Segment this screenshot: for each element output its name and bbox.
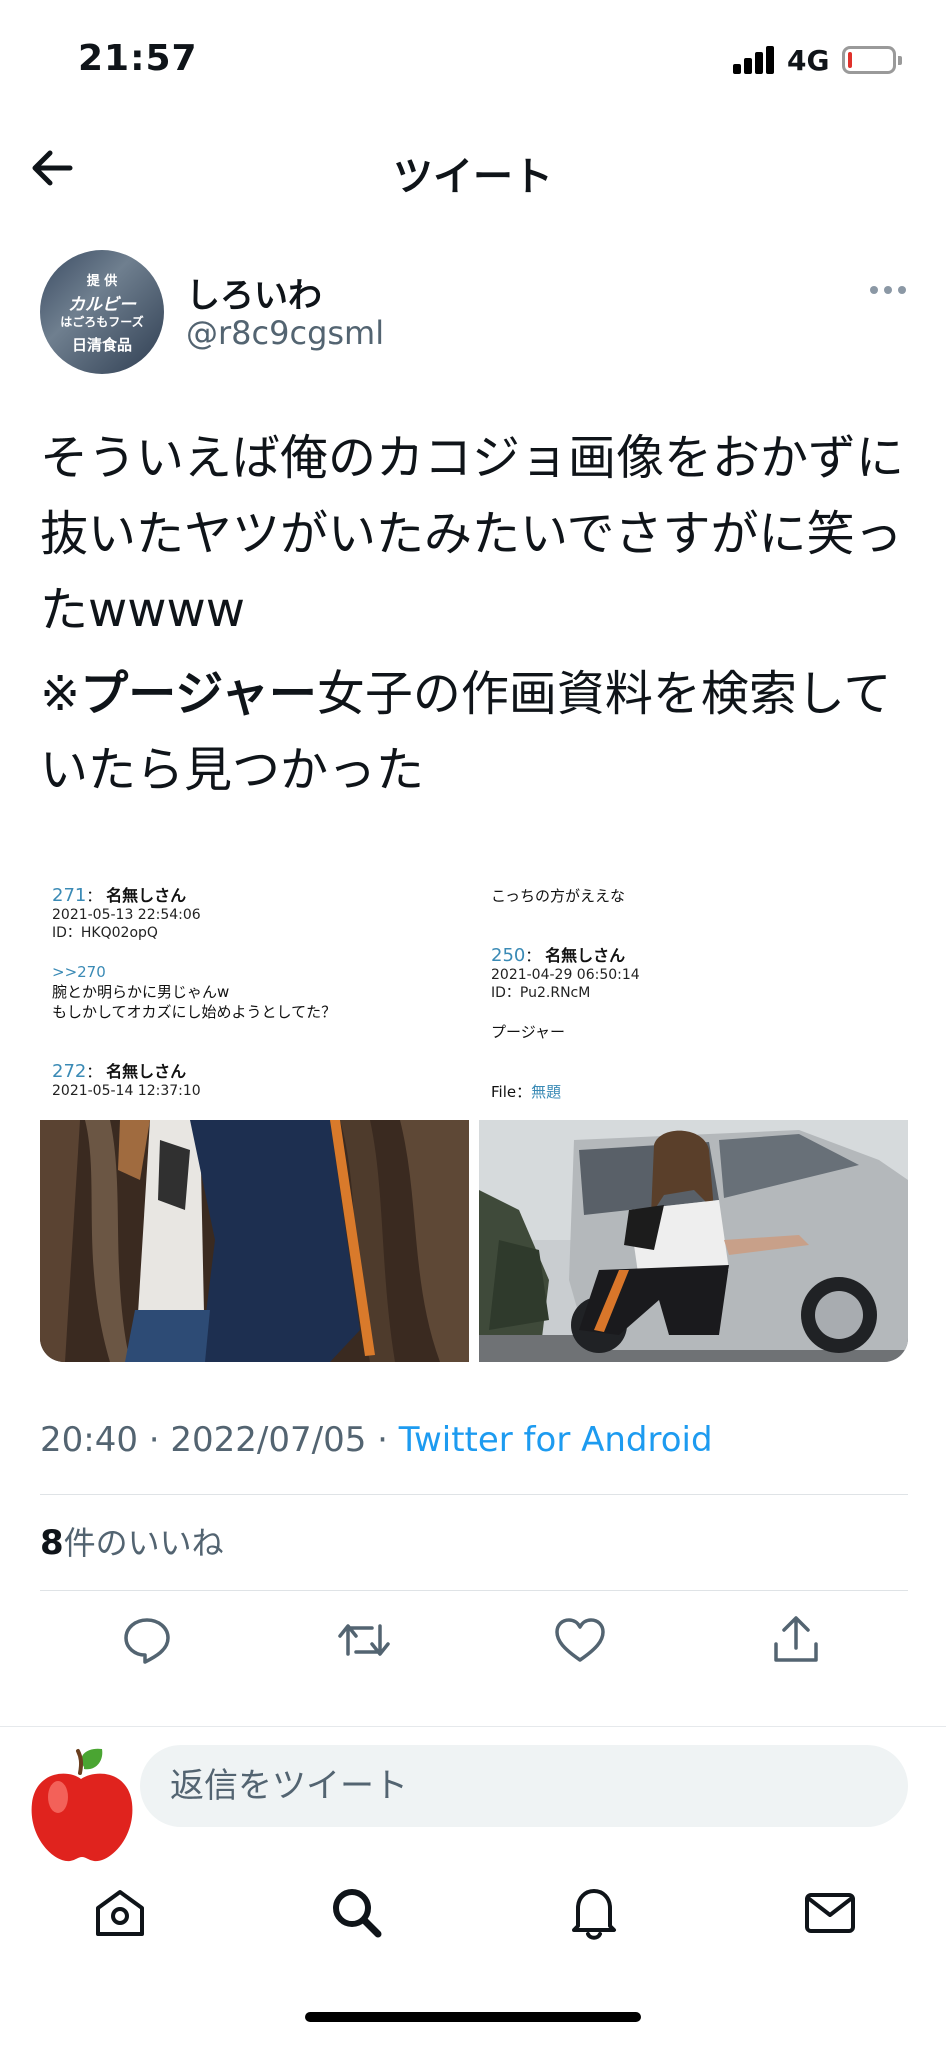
page-title: ツイート [393, 154, 553, 200]
reply-input[interactable]: 返信をツイート [140, 1745, 908, 1827]
post-number: 272 [52, 1061, 87, 1082]
messages-icon[interactable] [800, 1882, 860, 1942]
avatar-text-1: 提 供 [86, 274, 118, 289]
home-icon[interactable] [90, 1882, 150, 1942]
battery-icon [842, 46, 902, 74]
tweet-source-link[interactable]: Twitter for Android [399, 1420, 713, 1460]
tweet-text-line-2: ※プージャー女子の作画資料を検索していたら見つかった [40, 656, 910, 808]
post-date: 2021-04-29 06:50:14 [491, 967, 640, 983]
like-icon[interactable] [550, 1610, 610, 1670]
retweet-icon[interactable] [334, 1610, 394, 1670]
file-label: File： [491, 1083, 532, 1101]
search-icon[interactable] [326, 1882, 386, 1942]
post-id: ID：Pu2.RNcM [491, 985, 591, 1001]
tweet-date: 20:40 · 2022/07/05 · [40, 1420, 399, 1460]
post-date: 2021-05-13 22:54:06 [52, 907, 201, 923]
tweet-actions [0, 1610, 946, 1680]
share-icon[interactable] [766, 1610, 826, 1670]
nav-header: ツイート [0, 120, 946, 216]
poster-name: 名無しさん [545, 946, 626, 965]
signal-icon [733, 46, 775, 74]
post-body-line: こっちの方がええな [491, 887, 625, 905]
more-options-icon[interactable] [870, 280, 910, 300]
media-image-left[interactable]: 271： 名無しさん 2021-05-13 22:54:06 ID：HKQ02o… [40, 868, 469, 1362]
status-bar: 21:57 4G [0, 0, 946, 120]
tweet-author: 提 供 カルビー はごろもフーズ 日清食品 しろいわ @r8c9cgsml [40, 250, 910, 380]
file-link: 無題 [531, 1083, 562, 1101]
post-anchor: >>270 [52, 963, 106, 981]
user-avatar-apple[interactable] [24, 1745, 140, 1867]
poster-name: 名無しさん [106, 1062, 187, 1081]
post-body-line: プージャー [491, 1023, 565, 1041]
likes-count-row[interactable]: 8件のいいね [40, 1518, 224, 1564]
likes-count: 8 [40, 1523, 64, 1563]
tweet-text: そういえば俺のカコジョ画像をおかずに抜いたヤツがいたみたいでさすがに笑ったwww… [40, 420, 910, 808]
avatar-text-4: 日清食品 [71, 336, 132, 354]
tweet-text-prefix: ※ [40, 666, 81, 722]
post-number: 271 [52, 885, 87, 906]
tweet-text-line-1: そういえば俺のカコジョ画像をおかずに抜いたヤツがいたみたいでさすがに笑ったwww… [40, 430, 905, 638]
photo-right [479, 1120, 908, 1362]
bbs-screenshot-left: 271： 名無しさん 2021-05-13 22:54:06 ID：HKQ02o… [40, 868, 469, 1120]
home-indicator[interactable] [305, 2012, 641, 2022]
photo-left [40, 1120, 469, 1362]
avatar-text-3: はごろもフーズ [60, 315, 144, 329]
display-name[interactable]: しろいわ [186, 268, 322, 317]
divider [40, 1494, 908, 1495]
reply-icon[interactable] [117, 1610, 177, 1670]
tweet-media: 271： 名無しさん 2021-05-13 22:54:06 ID：HKQ02o… [40, 868, 908, 1362]
status-time: 21:57 [78, 38, 198, 79]
tweet-text-bold: プージャー [80, 666, 317, 722]
network-type: 4G [787, 44, 830, 77]
poster-name: 名無しさん [106, 886, 187, 905]
reply-bar: 返信をツイート [0, 1726, 946, 1862]
bbs-screenshot-right: こっちの方がええな 250： 名無しさん 2021-04-29 06:50:14… [479, 868, 908, 1120]
post-body-line: 腕とか明らかに男じゃんw [52, 983, 230, 1001]
media-image-right[interactable]: こっちの方がええな 250： 名無しさん 2021-04-29 06:50:14… [479, 868, 908, 1362]
tweet-timestamp: 20:40 · 2022/07/05 · Twitter for Android [40, 1420, 713, 1460]
post-body-line: もしかしてオカズにし始めようとしてた？ [52, 1003, 337, 1021]
avatar-text-2: カルビー [68, 295, 136, 315]
notifications-icon[interactable] [564, 1882, 624, 1942]
post-number: 250 [491, 945, 526, 966]
post-date: 2021-05-14 12:37:10 [52, 1083, 201, 1099]
avatar[interactable]: 提 供 カルビー はごろもフーズ 日清食品 [40, 250, 164, 374]
user-handle[interactable]: @r8c9cgsml [186, 314, 384, 352]
divider [40, 1590, 908, 1591]
tab-bar [0, 1862, 946, 1972]
likes-label: 件のいいね [63, 1524, 224, 1562]
post-id: ID：HKQ02opQ [52, 925, 158, 941]
